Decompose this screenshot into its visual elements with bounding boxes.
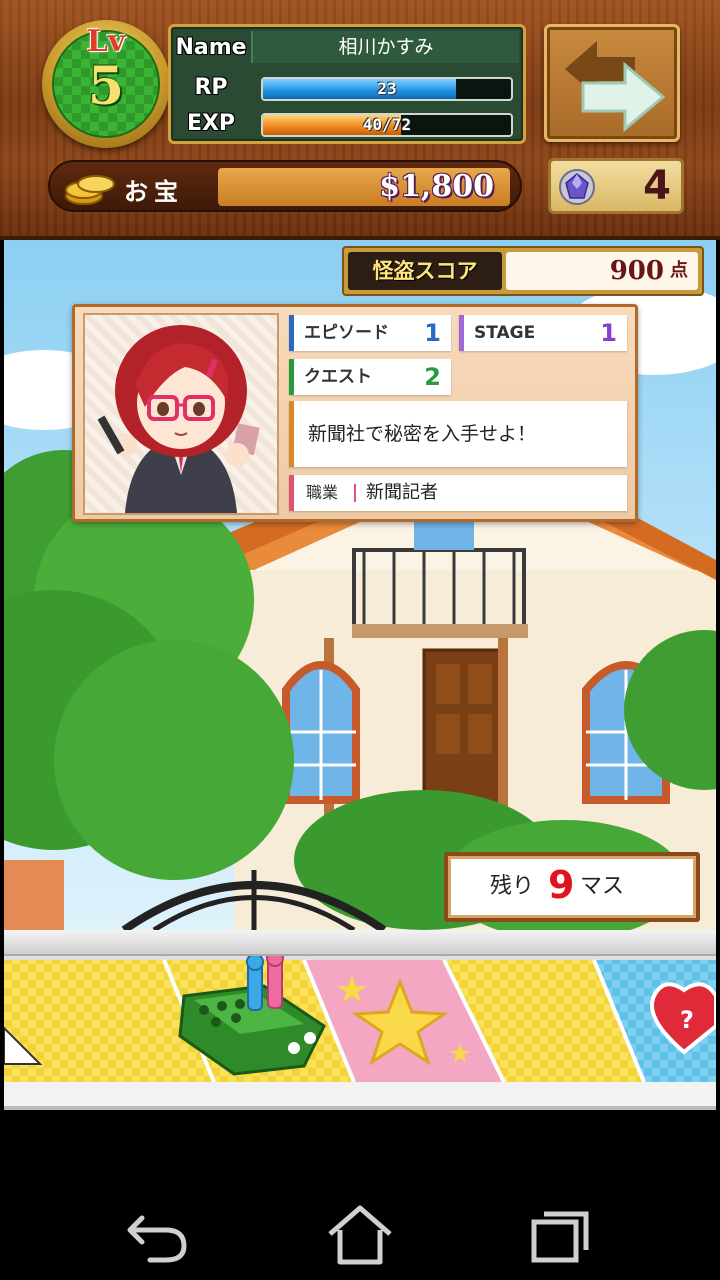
character-info-panel[interactable]: エピソード 1 STAGE 1 クエスト 2 新聞社で秘密を入手せよ！ 職業 新… (72, 304, 638, 522)
episode-label: エピソード (304, 323, 389, 343)
treasure-value-box: $1,800 (218, 168, 510, 206)
recent-apps-icon (531, 1211, 589, 1263)
stage-value: 1 (600, 319, 617, 347)
exp-bar: 40/72 (261, 113, 513, 137)
rp-row: RP 23 (171, 71, 523, 107)
episode-cell: エピソード 1 (289, 315, 451, 351)
board-track: ? (4, 956, 716, 1106)
recent-apps-button[interactable] (520, 1200, 600, 1270)
quest-label: クエスト (304, 367, 372, 387)
level-badge-icon: Lv 5 (42, 20, 170, 148)
gem-count: 4 (643, 163, 671, 209)
player-stats-panel: Name 相川かすみ RP 23 EXP 40/72 (168, 24, 526, 144)
score-value: 900 (609, 256, 664, 286)
treasure-bar: お宝 $1,800 (48, 160, 522, 212)
swap-arrow-icon (565, 41, 666, 133)
remaining-squares-box: 残り 9 マス (444, 852, 700, 922)
episode-value: 1 (424, 319, 441, 347)
svg-text:?: ? (680, 1006, 694, 1034)
remaining-prefix: 残り (490, 874, 535, 899)
score-label-box: 怪盗スコア (348, 252, 502, 290)
mission-box: 新聞社で秘密を入手せよ！ (289, 401, 627, 467)
remaining-suffix: マス (580, 874, 625, 899)
status-header: Lv 5 Name 相川かすみ RP 23 EXP 40/72 お宝 $1,80… (0, 0, 720, 240)
stage-cell: STAGE 1 (459, 315, 627, 351)
level-value: 5 (87, 56, 125, 117)
gem-counter[interactable]: 4 (548, 158, 684, 214)
remaining-count: 9 (548, 863, 575, 907)
home-button[interactable] (320, 1200, 400, 1270)
character-portrait (83, 313, 279, 515)
quest-cell: クエスト 2 (289, 359, 451, 395)
gem-icon (559, 169, 595, 205)
job-label: 職業 (306, 483, 339, 502)
back-button[interactable] (120, 1200, 200, 1270)
player-name: 相川かすみ (251, 31, 519, 63)
thief-score-panel: 怪盗スコア 900 点 (342, 246, 704, 296)
back-icon (127, 1215, 187, 1263)
board-rail (4, 930, 716, 956)
exp-row: EXP 40/72 (171, 107, 523, 143)
rp-bar: 23 (261, 77, 513, 101)
treasure-value: $1,800 (379, 169, 494, 204)
score-unit: 点 (670, 260, 688, 281)
level-label: Lv (86, 24, 126, 59)
job-box: 職業 新聞記者 (289, 475, 627, 511)
game-board[interactable]: ? (4, 956, 716, 1106)
android-nav-bar (0, 1110, 720, 1280)
name-row: Name 相川かすみ (171, 31, 523, 67)
score-label: 怪盗スコア (372, 259, 478, 283)
rp-value: 23 (377, 79, 397, 98)
mission-text: 新聞社で秘密を入手せよ！ (308, 423, 537, 445)
swap-arrow-button[interactable] (544, 24, 680, 142)
home-icon (328, 1205, 392, 1265)
stage-label: STAGE (474, 323, 536, 343)
treasure-label: お宝 (124, 178, 184, 206)
score-value-box: 900 点 (506, 252, 698, 290)
exp-label: EXP (186, 111, 236, 136)
job-separator (354, 484, 356, 502)
coin-stack-icon (65, 175, 115, 205)
job-value: 新聞記者 (366, 482, 438, 503)
game-scene: 怪盗スコア 900 点 エピソード 1 STAGE 1 クエスト 2 新聞社で秘… (4, 240, 716, 930)
rp-label: RP (194, 75, 228, 100)
character-info-grid: エピソード 1 STAGE 1 クエスト 2 新聞社で秘密を入手せよ！ 職業 新… (289, 315, 627, 517)
name-label: Name (175, 35, 247, 60)
quest-value: 2 (424, 363, 441, 391)
exp-value: 40/72 (362, 115, 412, 134)
reporter-character-image (97, 325, 260, 513)
